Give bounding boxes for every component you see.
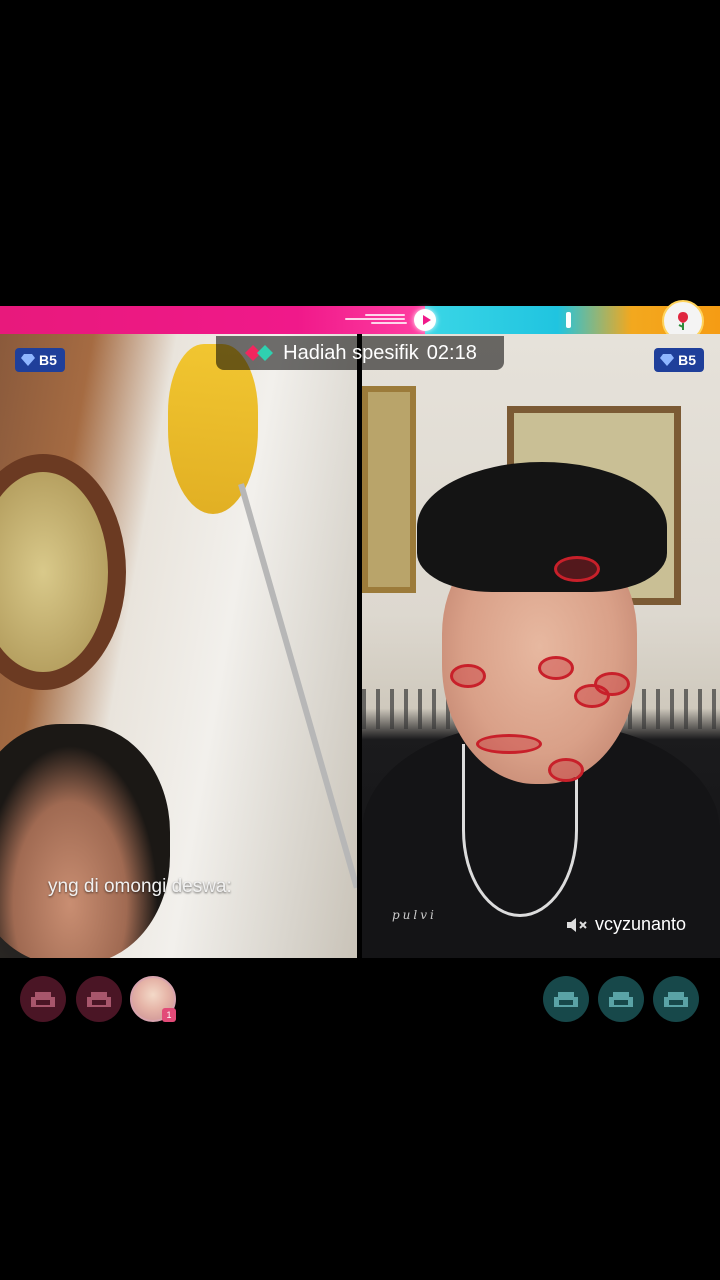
- right-tier-label: B5: [678, 352, 696, 368]
- battle-bar-center-mark: [566, 312, 571, 328]
- guest-rank-badge: 1: [162, 1008, 176, 1022]
- video-caption: yng di omongi deswa:: [48, 876, 232, 897]
- right-tier-badge[interactable]: B5: [654, 348, 704, 372]
- background-pole: [238, 483, 357, 889]
- kiss-mark-icon: [594, 672, 630, 696]
- armchair-icon: [664, 992, 688, 1007]
- kiss-mark-icon: [554, 556, 600, 582]
- right-host-video[interactable]: [362, 334, 720, 958]
- armchair-icon: [554, 992, 578, 1007]
- right-seat-empty-3[interactable]: [653, 976, 699, 1022]
- diamond-icon: [21, 354, 35, 366]
- background-mirror: [0, 454, 126, 690]
- speaker-muted-icon[interactable]: [565, 915, 589, 935]
- specific-gift-timer[interactable]: Hadiah spesifik 02:18: [216, 336, 504, 370]
- left-host-video[interactable]: [0, 334, 357, 958]
- gift-diamond-icon: [245, 345, 274, 361]
- left-seat-empty-2[interactable]: [76, 976, 122, 1022]
- gift-timer-time: 02:18: [426, 341, 477, 364]
- left-tier-badge[interactable]: B5: [15, 348, 65, 372]
- kiss-mark-icon: [476, 734, 542, 754]
- kiss-mark-icon: [450, 664, 486, 688]
- right-host-username: vcyzunanto: [594, 914, 686, 934]
- battle-bar-tip: [414, 309, 436, 331]
- host-hair: [417, 462, 667, 592]
- left-tier-label: B5: [39, 352, 57, 368]
- battle-progress-bar: [0, 300, 720, 342]
- armchair-icon: [609, 992, 633, 1007]
- left-seat-guest-avatar[interactable]: 1: [130, 976, 176, 1022]
- kiss-mark-icon: [538, 656, 574, 680]
- wall-painting-left: [362, 386, 416, 593]
- left-host-head: [0, 724, 170, 958]
- diamond-icon: [660, 354, 675, 366]
- right-host-name-tag[interactable]: vcyzunanto: [565, 914, 686, 935]
- left-seat-empty-1[interactable]: [20, 976, 66, 1022]
- guest-seats-row: 1: [0, 976, 720, 1024]
- kiss-mark-icon: [548, 758, 584, 782]
- armchair-icon: [87, 992, 111, 1007]
- gift-timer-label: Hadiah spesifik: [283, 341, 419, 364]
- right-seat-empty-1[interactable]: [543, 976, 589, 1022]
- armchair-icon: [31, 992, 55, 1007]
- shirt-watermark: pulvi: [392, 908, 437, 922]
- speed-streaks: [345, 312, 407, 328]
- right-seat-empty-2[interactable]: [598, 976, 644, 1022]
